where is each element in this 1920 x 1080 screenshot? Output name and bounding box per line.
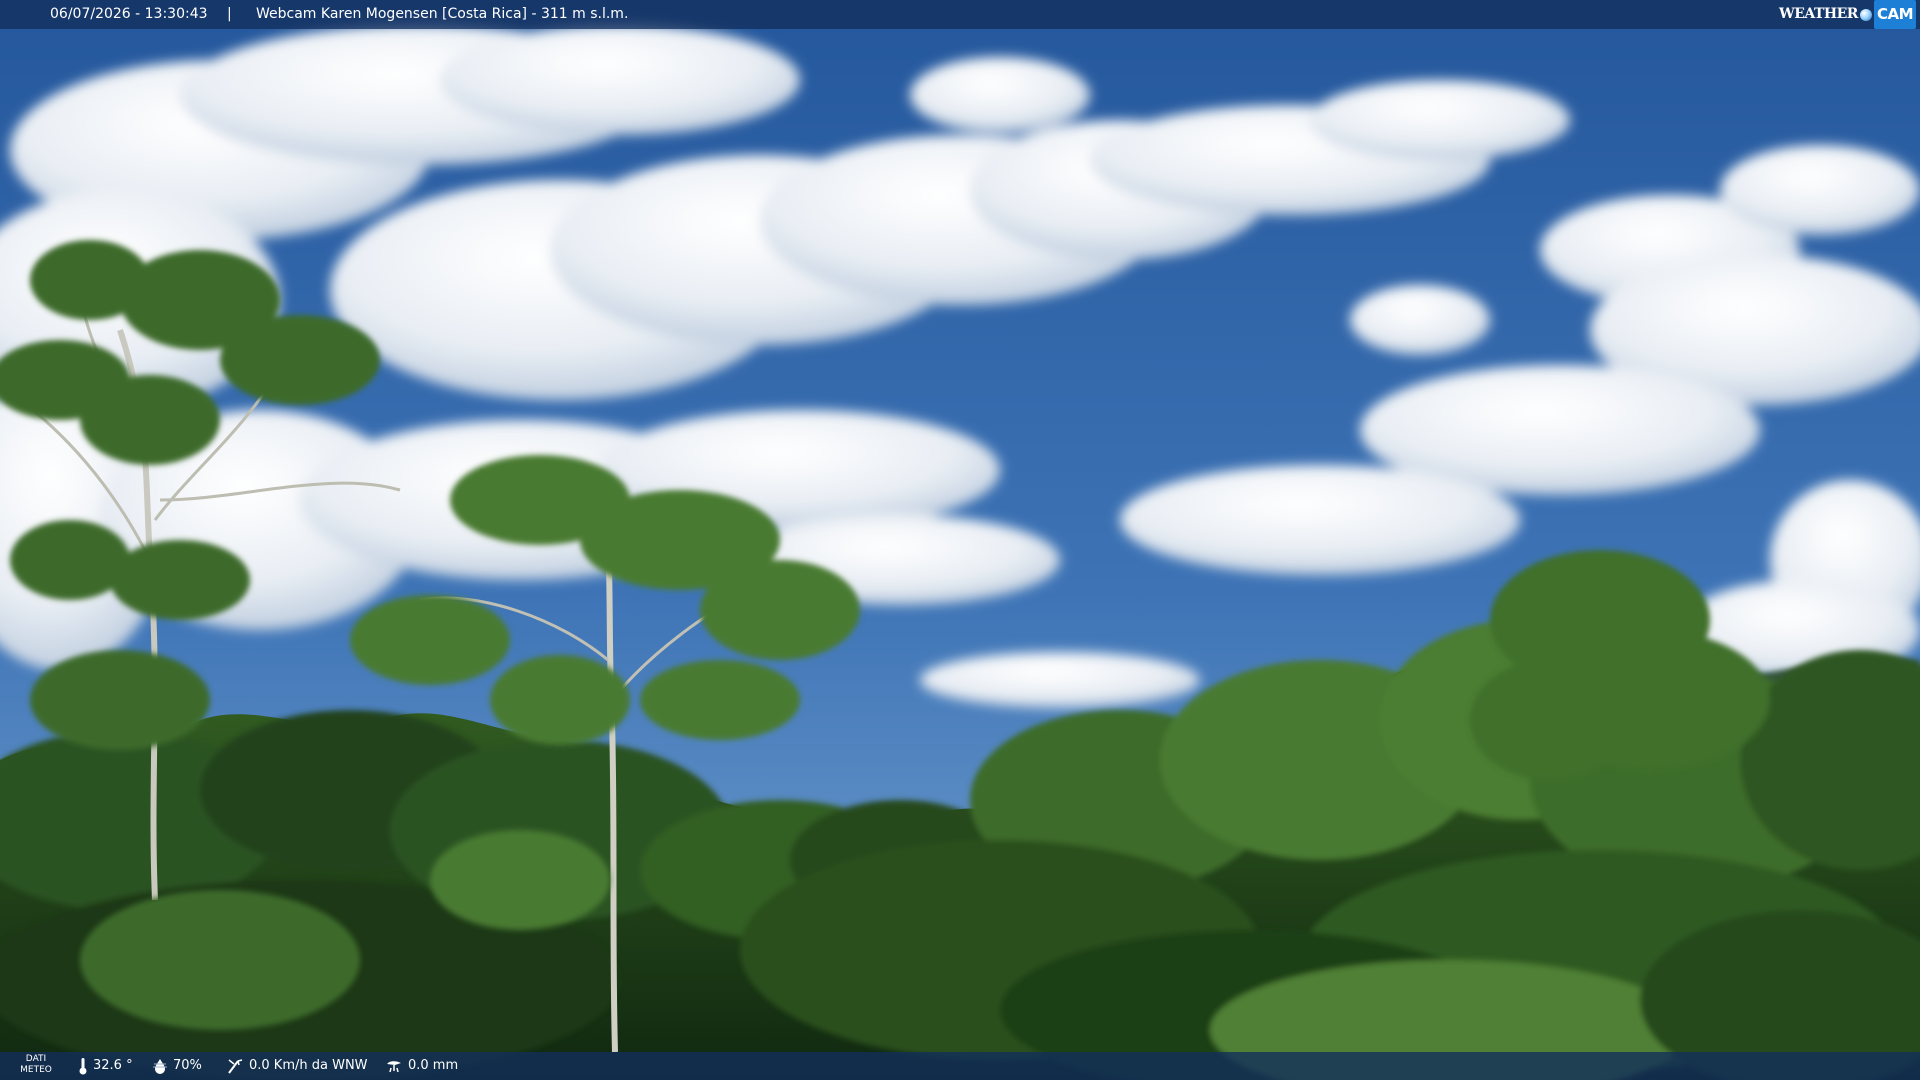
webcam-scene <box>0 0 1920 1080</box>
wind-value: 0.0 Km/h da WNW <box>249 1058 368 1073</box>
wind-reading: 0.0 Km/h da WNW <box>226 1052 368 1080</box>
logo-word: WEATHER <box>1779 6 1858 22</box>
weather-data-bar: DATI METEO 32.6 ° 70% 0.0 Km/h da WNW 0.… <box>0 1052 1920 1080</box>
rain-gauge-icon <box>387 1061 401 1073</box>
label-line1: DATI <box>25 1054 47 1064</box>
temperature-reading: 32.6 ° <box>78 1052 133 1080</box>
logo-suffix: CAM <box>1873 0 1916 29</box>
label-line2: METEO <box>20 1065 52 1075</box>
webcam-info-bar: 06/07/2026 - 13:30:43 | Webcam Karen Mog… <box>0 0 1920 29</box>
thermometer-icon <box>79 1058 87 1075</box>
webcam-image <box>0 0 1920 1080</box>
wind-vane-icon <box>228 1059 243 1074</box>
rain-value: 0.0 mm <box>408 1058 459 1073</box>
timestamp: 06/07/2026 - 13:30:43 <box>50 6 208 22</box>
webcam-title: Webcam Karen Mogensen [Costa Rica] - 311… <box>256 6 629 22</box>
weather-data-label: DATI METEO <box>20 1054 52 1076</box>
humidity-reading: 70% <box>152 1052 202 1080</box>
separator: | <box>227 6 232 22</box>
humidity-value: 70% <box>173 1058 202 1073</box>
weathercam-logo[interactable]: WEATHER CAM <box>1779 0 1916 29</box>
temperature-value: 32.6 ° <box>93 1058 133 1073</box>
globe-icon <box>1859 8 1872 21</box>
rain-reading: 0.0 mm <box>385 1052 458 1080</box>
humidity-drop-icon <box>153 1059 167 1074</box>
